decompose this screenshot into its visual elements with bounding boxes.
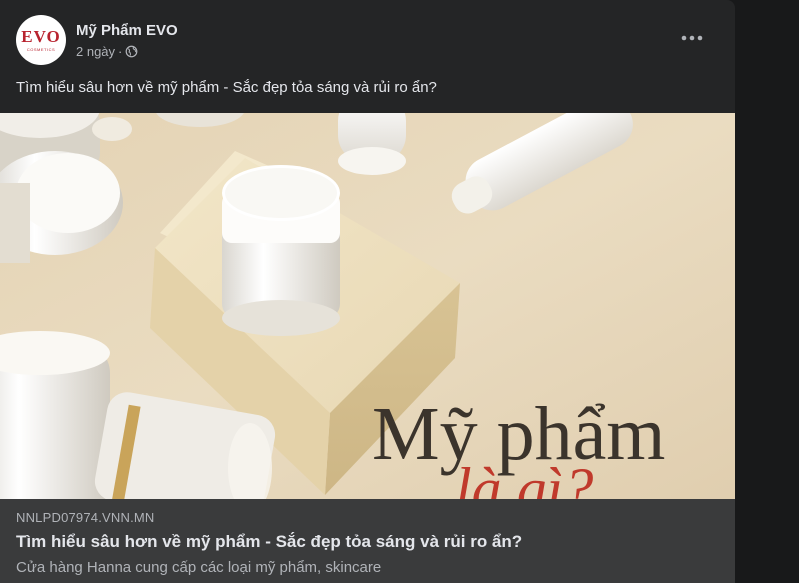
globe-icon[interactable] <box>125 45 138 58</box>
link-title[interactable]: Tìm hiểu sâu hơn về mỹ phẩm - Sắc đẹp tỏ… <box>16 531 719 553</box>
post-info: 2 ngày · <box>76 44 178 60</box>
link-description: Cửa hàng Hanna cung cấp các loại mỹ phẩm… <box>16 559 382 576</box>
avatar-logo-tagline: COSMETICS <box>26 47 56 52</box>
feed-right-gutter <box>735 0 799 583</box>
page-name-link[interactable]: Mỹ Phẩm EVO <box>76 21 178 41</box>
image-subheadline: là gì? <box>455 456 593 499</box>
more-options-button[interactable] <box>672 24 712 52</box>
post-timestamp[interactable]: 2 ngày <box>76 44 115 60</box>
page-avatar[interactable]: EVO COSMETICS <box>16 15 66 65</box>
cosmetics-photo: Mỹ phẩm là gì? <box>0 113 735 499</box>
post-text: Tìm hiểu sâu hơn về mỹ phẩm - Sắc đẹp tỏ… <box>16 79 437 96</box>
avatar-logo-text: EVO <box>21 27 61 46</box>
link-preview-box[interactable]: NNLPD07974.VNN.MN Tìm hiểu sâu hơn về mỹ… <box>0 499 735 583</box>
post-header: EVO COSMETICS Mỹ Phẩm EVO 2 ngày · <box>16 14 178 66</box>
jar-center <box>222 165 340 336</box>
tube-top <box>338 113 406 175</box>
feed-post: EVO COSMETICS Mỹ Phẩm EVO 2 ngày · Tìm h… <box>0 0 735 583</box>
post-meta: Mỹ Phẩm EVO 2 ngày · <box>76 21 178 60</box>
info-separator: · <box>118 43 123 59</box>
link-preview-image[interactable]: Mỹ phẩm là gì? <box>0 113 735 499</box>
more-horizontal-icon <box>681 35 703 41</box>
link-domain: NNLPD07974.VNN.MN <box>16 510 155 525</box>
